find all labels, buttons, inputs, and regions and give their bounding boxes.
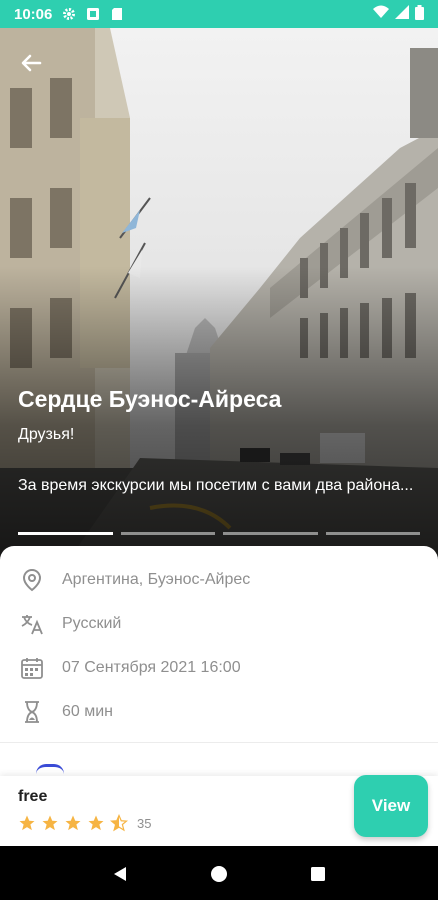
star-icon <box>65 815 81 831</box>
back-button[interactable] <box>14 46 48 80</box>
price-label: free <box>18 788 48 805</box>
section-divider <box>0 742 438 743</box>
star-icon <box>19 815 35 831</box>
location-row: Аргентина, Буэнос-Айрес <box>0 558 438 602</box>
star-half-icon <box>110 814 128 832</box>
settings-icon <box>62 7 76 21</box>
tour-title: Сердце Буэнос-Айреса <box>18 386 282 412</box>
sd-card-icon <box>110 7 124 21</box>
story-progress <box>18 532 420 535</box>
progress-segment <box>325 532 420 535</box>
arrow-left-icon <box>21 54 42 72</box>
star-icon <box>42 815 58 831</box>
translate-icon <box>18 610 46 638</box>
avatar <box>36 764 64 774</box>
reviews-count: 35 <box>137 815 152 831</box>
rating-stars: 35 <box>18 814 151 832</box>
calendar-icon <box>18 654 46 682</box>
datetime-row: 07 Сентября 2021 16:00 <box>0 646 438 690</box>
language-text: Русский <box>62 615 122 632</box>
duration-row: 60 мин <box>0 690 438 734</box>
progress-segment <box>223 532 318 535</box>
nav-back-icon[interactable] <box>108 862 132 886</box>
status-time: 10:06 <box>14 5 53 23</box>
language-row: Русский <box>0 602 438 646</box>
sim-icon <box>86 7 100 21</box>
location-pin-icon <box>18 566 46 594</box>
nav-recents-icon[interactable] <box>306 862 330 886</box>
tour-subtitle: Друзья! <box>18 426 75 443</box>
star-icon <box>88 815 104 831</box>
duration-text: 60 мин <box>62 703 114 720</box>
nav-home-icon[interactable] <box>207 862 231 886</box>
datetime-text: 07 Сентября 2021 16:00 <box>62 659 241 676</box>
wifi-icon <box>373 5 389 23</box>
status-bar: 10:06 <box>0 0 438 28</box>
view-button[interactable]: View <box>354 775 428 837</box>
battery-icon <box>415 4 424 24</box>
tour-hero: Сердце Буэнос-Айреса Друзья! За время эк… <box>0 28 438 558</box>
tour-description: За время экскурсии мы посетим с вами два… <box>18 477 414 494</box>
hourglass-icon <box>18 698 46 726</box>
system-nav-bar <box>0 848 438 900</box>
location-text: Аргентина, Буэнос-Айрес <box>62 571 251 588</box>
progress-segment <box>18 532 113 535</box>
signal-icon <box>395 5 409 23</box>
progress-segment <box>120 532 215 535</box>
